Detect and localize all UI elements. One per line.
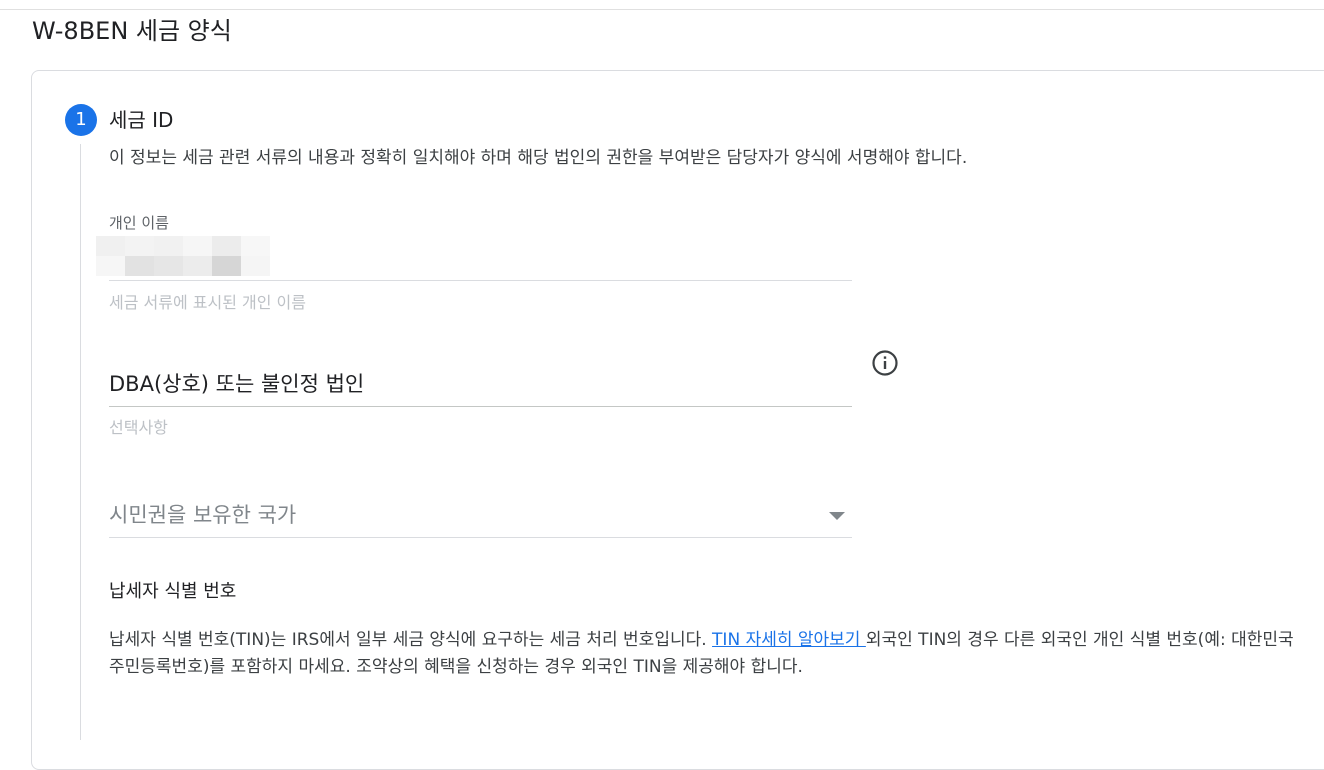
dba-underline — [109, 406, 852, 407]
individual-name-helper: 세금 서류에 표시된 개인 이름 — [109, 293, 306, 312]
tin-text-before: 납세자 식별 번호(TIN)는 IRS에서 일부 세금 양식에 요구하는 세금 … — [109, 630, 713, 650]
dropdown-arrow-icon[interactable] — [829, 512, 845, 520]
tin-learn-more-link[interactable]: TIN 자세히 알아보기 — [712, 630, 866, 650]
page-title: W-8BEN 세금 양식 — [32, 17, 232, 45]
citizenship-underline — [109, 537, 852, 538]
step-title: 세금 ID — [109, 108, 174, 132]
dba-input[interactable]: DBA(상호) 또는 불인정 법인 — [109, 369, 364, 399]
info-icon[interactable] — [871, 349, 899, 377]
individual-name-label: 개인 이름 — [109, 214, 169, 232]
citizenship-select-label: 시민권을 보유한 국가 — [109, 503, 297, 527]
tin-description: 납세자 식별 번호(TIN)는 IRS에서 일부 세금 양식에 요구하는 세금 … — [109, 627, 1299, 681]
step-description: 이 정보는 세금 관련 서류의 내용과 정확히 일치해야 하며 해당 법인의 권… — [109, 148, 968, 168]
top-divider — [0, 9, 1324, 10]
tin-heading: 납세자 식별 번호 — [109, 581, 237, 602]
individual-name-underline — [109, 280, 852, 281]
step-connector-line — [80, 144, 81, 740]
step-number-badge: 1 — [65, 104, 97, 136]
individual-name-input[interactable] — [96, 236, 270, 276]
dba-helper: 선택사항 — [109, 418, 168, 437]
